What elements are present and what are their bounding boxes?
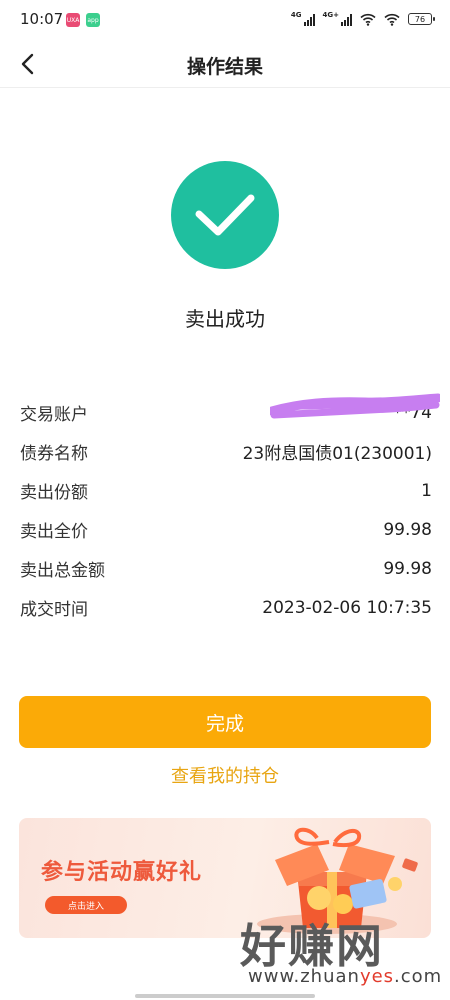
- wifi-icon: [360, 13, 376, 26]
- system-icons: 4G 4G+ 76: [291, 12, 435, 26]
- detail-label: 交易账户: [20, 405, 88, 425]
- detail-value: 1: [421, 480, 432, 501]
- detail-row-full-price: 卖出全价 99.98: [20, 510, 432, 549]
- detail-value: 23附息国债01(230001): [242, 444, 432, 464]
- app-notification-icon: app: [86, 13, 100, 27]
- promo-title: 参与活动赢好礼: [41, 860, 203, 885]
- promo-enter-button[interactable]: 点击进入: [45, 896, 127, 914]
- app-notification-icon: UXA: [66, 13, 80, 27]
- home-indicator[interactable]: [135, 994, 315, 998]
- status-bar: 10:07 UXA app 4G 4G+ 76: [0, 0, 450, 40]
- detail-row-quantity: 卖出份额 1: [20, 471, 432, 510]
- detail-value: 99.98: [383, 558, 432, 579]
- detail-value: 99.98: [383, 519, 432, 540]
- battery-icon: 76: [408, 13, 435, 25]
- nav-bar: 操作结果: [0, 40, 450, 88]
- detail-value: 2023-02-06 10:7:35: [262, 597, 432, 618]
- detail-row-bond-name: 债券名称 23附息国债01(230001): [20, 432, 432, 471]
- result-message: 卖出成功: [185, 307, 265, 331]
- redaction-scribble: [270, 393, 440, 419]
- detail-row-total-amount: 卖出总金额 99.98: [20, 549, 432, 588]
- check-circle-icon: [171, 161, 279, 269]
- checkmark-icon: [195, 194, 255, 236]
- notification-icons: UXA app: [66, 13, 100, 27]
- status-time: 10:07: [20, 10, 64, 28]
- detail-label: 成交时间: [20, 600, 88, 620]
- detail-label: 卖出总金额: [20, 561, 105, 581]
- detail-label: 债券名称: [20, 444, 88, 464]
- signal-icon: 4G: [291, 12, 315, 26]
- view-positions-link[interactable]: 查看我的持仓: [0, 762, 450, 788]
- detail-row-account: 交易账户 **74: [20, 393, 440, 432]
- detail-label: 卖出全价: [20, 522, 88, 542]
- signal-icon: 4G+: [323, 12, 352, 26]
- wifi-icon: [384, 13, 400, 26]
- watermark-url: www.zhuanyes.com: [248, 966, 443, 987]
- done-button[interactable]: 完成: [19, 696, 431, 748]
- transaction-details: 交易账户 **74 债券名称 23附息国债01(230001) 卖出份额 1 卖…: [20, 393, 440, 627]
- detail-label: 卖出份额: [20, 483, 88, 503]
- page-title: 操作结果: [186, 56, 263, 78]
- detail-row-trade-time: 成交时间 2023-02-06 10:7:35: [20, 588, 432, 627]
